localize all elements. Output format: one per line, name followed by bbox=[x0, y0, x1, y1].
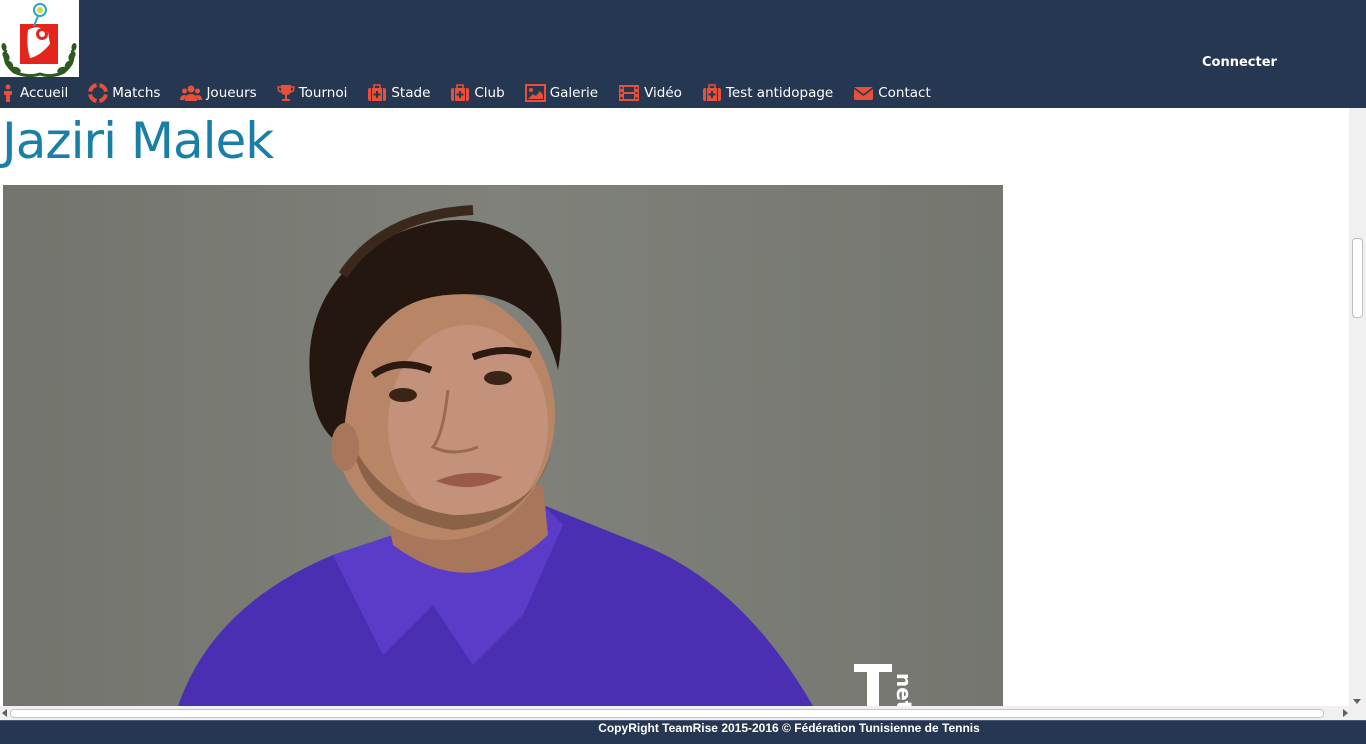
player-photo: net bbox=[3, 185, 1003, 706]
nav-label: Galerie bbox=[549, 85, 599, 101]
nav-item-joueurs[interactable]: Joueurs bbox=[180, 84, 257, 102]
vertical-scrollbar[interactable] bbox=[1349, 108, 1366, 706]
site-footer: CopyRight TeamRise 2015-2016 © Fédératio… bbox=[0, 720, 1366, 744]
envelope-icon bbox=[853, 87, 874, 100]
copyright-text: CopyRight TeamRise 2015-2016 © Fédératio… bbox=[598, 721, 980, 735]
nav-label: Contact bbox=[878, 85, 931, 101]
horizontal-scrollbar[interactable] bbox=[0, 706, 1366, 720]
site-header: Connecter Accueil Matchs Joueurs Tournoi… bbox=[0, 0, 1366, 108]
main-content: Jaziri Malek net bbox=[0, 108, 1349, 706]
medkit-icon bbox=[451, 84, 470, 101]
nav-label: Vidéo bbox=[644, 85, 682, 101]
home-icon bbox=[4, 84, 12, 102]
nav-label: Matchs bbox=[112, 85, 161, 101]
scroll-left-arrow-icon[interactable] bbox=[2, 709, 7, 717]
nav-item-stade[interactable]: Stade bbox=[367, 84, 430, 102]
nav-item-matchs[interactable]: Matchs bbox=[88, 83, 160, 103]
nav-item-accueil[interactable]: Accueil bbox=[0, 84, 68, 102]
lifebuoy-icon bbox=[88, 83, 109, 103]
nav-item-video[interactable]: Vidéo bbox=[618, 84, 682, 102]
nav-item-test-antidopage[interactable]: Test antidopage bbox=[702, 84, 833, 102]
player-name-title: Jaziri Malek bbox=[2, 112, 274, 170]
nav-item-contact[interactable]: Contact bbox=[853, 85, 931, 101]
nav-label: Club bbox=[474, 85, 505, 101]
medkit-icon bbox=[702, 84, 721, 101]
horizontal-scroll-thumb[interactable] bbox=[10, 709, 1324, 718]
main-nav: Accueil Matchs Joueurs Tournoi Stade Clu… bbox=[0, 82, 951, 104]
film-icon bbox=[619, 85, 640, 101]
nav-label: Joueurs bbox=[206, 85, 257, 101]
scroll-down-arrow-icon[interactable] bbox=[1353, 699, 1361, 704]
federation-logo[interactable] bbox=[0, 0, 79, 78]
image-icon bbox=[524, 84, 546, 102]
medkit-icon bbox=[368, 84, 387, 101]
nav-label: Tournoi bbox=[298, 85, 348, 101]
nav-item-tournoi[interactable]: Tournoi bbox=[276, 84, 348, 102]
nav-label: Test antidopage bbox=[725, 85, 834, 101]
nav-label: Stade bbox=[391, 85, 431, 101]
connect-link[interactable]: Connecter bbox=[1202, 55, 1277, 70]
nav-item-galerie[interactable]: Galerie bbox=[524, 84, 599, 102]
nav-label: Accueil bbox=[20, 85, 69, 101]
svg-text:net: net bbox=[892, 673, 916, 706]
vertical-scroll-thumb[interactable] bbox=[1352, 238, 1363, 318]
scroll-right-arrow-icon[interactable] bbox=[1343, 709, 1348, 717]
nav-item-club[interactable]: Club bbox=[450, 84, 505, 102]
users-icon bbox=[180, 85, 203, 101]
trophy-icon bbox=[276, 85, 295, 101]
